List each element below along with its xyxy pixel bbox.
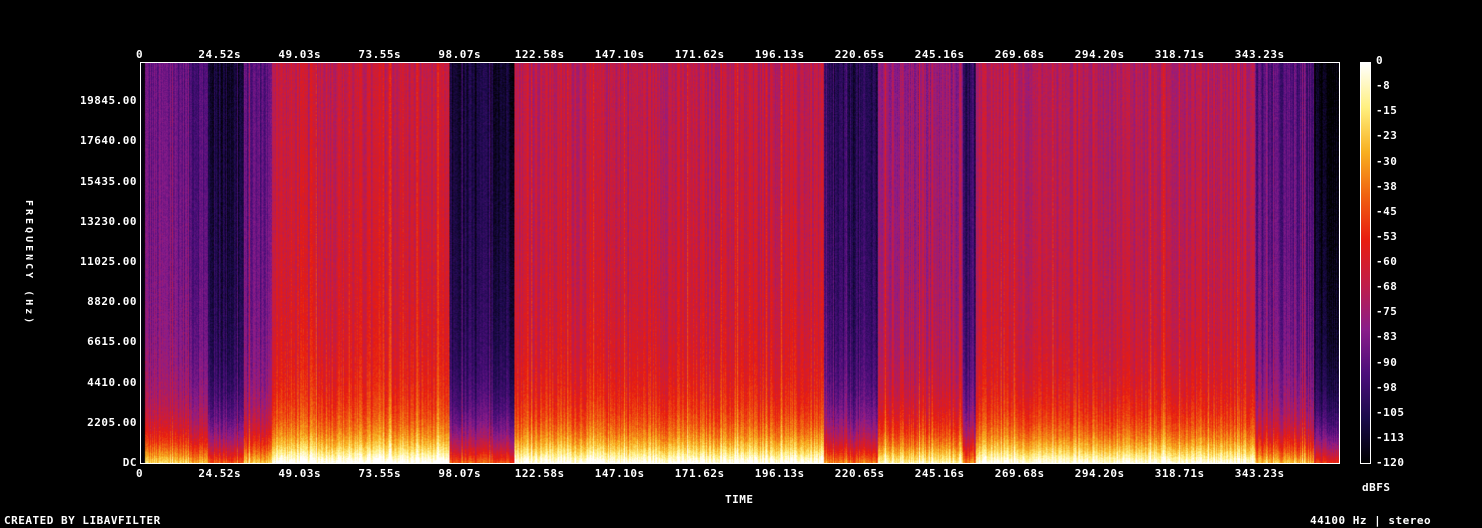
colorbar-tick-label: -15 [1376,104,1398,118]
x-bottom-tick-label: 318.71s [1154,467,1205,480]
x-top-tick-label: 294.20s [1074,48,1125,61]
x-top-tick-label: 147.10s [594,48,645,61]
y-tick-label: 6615.00 [87,335,137,349]
colorbar-tick-label: -60 [1376,255,1398,268]
x-bottom-tick-label: 245.16s [914,467,965,480]
x-top-tick-label: 171.62s [674,48,725,61]
x-top-tick-label: 343.23s [1234,48,1285,61]
colorbar-tick-label: -8 [1376,79,1391,93]
y-tick-label: 4410.00 [87,375,137,389]
colorbar-tick-label: -105 [1376,405,1405,419]
x-bottom-tick-label: 269.68s [994,467,1045,480]
colorbar-tick-label: -53 [1376,229,1398,243]
spectrogram-canvas [141,63,1339,463]
colorbar-tick-label: -90 [1376,355,1398,369]
x-bottom-tick-label: 49.03s [278,467,322,480]
x-top-tick-label: 318.71s [1154,48,1205,61]
colorbar-tick-label: -45 [1376,204,1398,218]
colorbar-tick-label: -120 [1376,456,1405,469]
footer-credit: CREATED BY LIBAVFILTER [4,514,161,527]
x-top-tick-label: 220.65s [834,48,885,61]
x-bottom-tick-label: 98.07s [438,467,482,480]
x-bottom-tick-label: 73.55s [358,467,402,480]
spectrogram-plot [140,62,1340,464]
x-top-tick-label: 49.03s [278,48,322,61]
x-top-tick-label: 245.16s [914,48,965,61]
colorbar [1360,62,1371,464]
x-bottom-tick-label: 343.23s [1234,467,1285,480]
y-tick-label: 15435.00 [80,174,137,188]
y-tick-label: 17640.00 [80,134,137,148]
colorbar-tick-label: -98 [1376,380,1398,394]
x-bottom-tick-label: 171.62s [674,467,725,480]
colorbar-tick-label: -23 [1376,129,1398,143]
y-tick-label: DC [122,456,137,469]
colorbar-tick-label: -75 [1376,305,1398,319]
y-tick-label: 11025.00 [80,255,137,268]
x-axis-label: TIME [725,493,754,506]
y-tick-label: 8820.00 [87,295,137,309]
x-top-tick-label: 122.58s [514,48,565,61]
colorbar-tick-label: 0 [1376,54,1384,67]
x-bottom-tick-label: 294.20s [1074,467,1125,480]
x-top-tick-label: 73.55s [358,48,402,61]
x-bottom-tick-label: 220.65s [834,467,885,480]
x-top-tick-label: 196.13s [754,48,805,61]
x-top-tick-label: 24.52s [198,48,242,61]
y-tick-label: 2205.00 [87,415,137,429]
colorbar-tick-label: -30 [1376,154,1398,168]
y-tick-label: 13230.00 [80,214,137,228]
colorbar-tick-label: -38 [1376,179,1398,193]
y-tick-label: 19845.00 [80,94,137,108]
x-bottom-tick-label: 196.13s [754,467,805,480]
x-bottom-tick-label: 24.52s [198,467,242,480]
x-bottom-tick-label: 122.58s [514,467,565,480]
colorbar-label: dBFS [1362,481,1391,494]
x-top-tick-label: 98.07s [438,48,482,61]
x-top-tick-label: 269.68s [994,48,1045,61]
colorbar-tick-label: -68 [1376,280,1398,294]
footer-sample-rate: 44100 Hz | stereo [1310,514,1432,527]
x-bottom-tick-label: 147.10s [594,467,645,480]
x-top-tick-label: 0 [136,48,144,61]
x-bottom-tick-label: 0 [136,467,144,480]
colorbar-tick-label: -113 [1376,430,1405,444]
colorbar-tick-label: -83 [1376,330,1398,344]
y-axis-label: FREQUENCY (Hz) [23,200,34,327]
